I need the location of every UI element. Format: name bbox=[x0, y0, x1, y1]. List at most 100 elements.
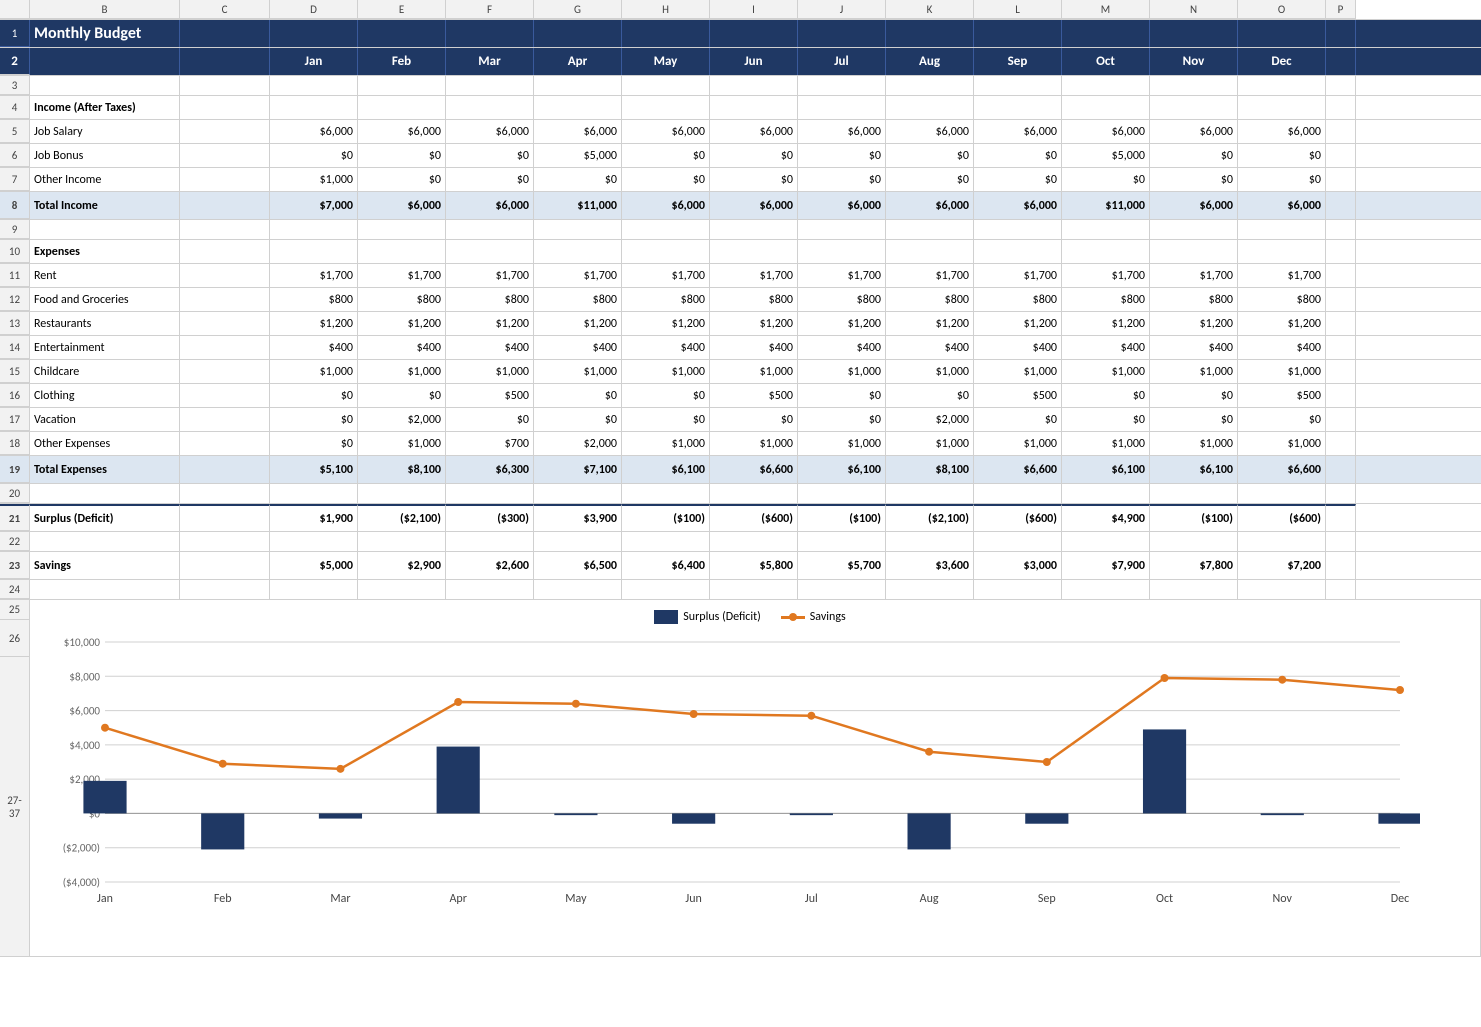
row3-e bbox=[358, 76, 446, 95]
chart-container: Surplus (Deficit) Savings $10,000$8,000$… bbox=[30, 600, 1481, 957]
row3-b bbox=[30, 76, 180, 95]
row-1-title: 1 Monthly Budget bbox=[0, 20, 1481, 48]
month-mar: Mar bbox=[446, 48, 534, 75]
row1-e bbox=[358, 20, 446, 47]
month-aug: Aug bbox=[886, 48, 974, 75]
row-10-expenses-label: 10 Expenses bbox=[0, 240, 1481, 264]
svg-text:$6,000: $6,000 bbox=[69, 705, 100, 718]
job-salary-apr: $6,000 bbox=[534, 120, 622, 143]
job-salary-nov: $6,000 bbox=[1150, 120, 1238, 143]
row-num-6: 6 bbox=[0, 144, 30, 167]
row-num-11: 11 bbox=[0, 264, 30, 287]
expense-label-3: Entertainment bbox=[30, 336, 180, 359]
row-17-vacation: 17Vacation$0$2,000$0$0$0$0$0$2,000$0$0$0… bbox=[0, 408, 1481, 432]
row-num-17: 17 bbox=[0, 408, 30, 431]
col-header-f: F bbox=[446, 0, 534, 19]
row-num-22: 22 bbox=[0, 532, 30, 551]
expense-label-0: Rent bbox=[30, 264, 180, 287]
row-11-rent: 11Rent$1,700$1,700$1,700$1,700$1,700$1,7… bbox=[0, 264, 1481, 288]
col-header-k: K bbox=[886, 0, 974, 19]
col-header-l: L bbox=[974, 0, 1062, 19]
row-num-10: 10 bbox=[0, 240, 30, 263]
job-salary-jan: $6,000 bbox=[270, 120, 358, 143]
expense-label-5: Clothing bbox=[30, 384, 180, 407]
row-num-9: 9 bbox=[0, 220, 30, 239]
svg-text:Oct: Oct bbox=[1156, 892, 1173, 906]
row-num-1: 1 bbox=[0, 20, 30, 47]
row-num-7: 7 bbox=[0, 168, 30, 191]
svg-text:Sep: Sep bbox=[1038, 892, 1056, 906]
col-header-h: H bbox=[622, 0, 710, 19]
row-23-savings: 23 Savings $5,000 $2,900 $2,600 $6,500 $… bbox=[0, 552, 1481, 580]
job-bonus-label: Job Bonus bbox=[30, 144, 180, 167]
row-num-2: 2 bbox=[0, 48, 30, 75]
row3-j bbox=[798, 76, 886, 95]
svg-text:$4,000: $4,000 bbox=[69, 739, 100, 752]
total-expenses-label: Total Expenses bbox=[30, 456, 180, 483]
savings-label: Savings bbox=[30, 552, 180, 579]
row-3-empty: 3 bbox=[0, 76, 1481, 96]
row-4-income-label: 4 Income (After Taxes) bbox=[0, 96, 1481, 120]
spreadsheet: B C D E F G H I J K L M N O P 1 Monthly … bbox=[0, 0, 1481, 957]
col-header-a bbox=[0, 0, 30, 19]
job-salary-dec: $6,000 bbox=[1238, 120, 1326, 143]
svg-text:Feb: Feb bbox=[214, 892, 232, 906]
col-header-m: M bbox=[1062, 0, 1150, 19]
row2-p bbox=[1326, 48, 1356, 75]
row-2-months: 2 Jan Feb Mar Apr May Jun Jul Aug Sep Oc… bbox=[0, 48, 1481, 76]
col-header-g: G bbox=[534, 0, 622, 19]
chart-svg: $10,000$8,000$6,000$4,000$2,000$0($2,000… bbox=[40, 632, 1420, 932]
svg-text:$8,000: $8,000 bbox=[69, 670, 100, 683]
col-header-d: D bbox=[270, 0, 358, 19]
month-dec: Dec bbox=[1238, 48, 1326, 75]
row1-n bbox=[1150, 20, 1238, 47]
month-apr: Apr bbox=[534, 48, 622, 75]
expense-label-4: Childcare bbox=[30, 360, 180, 383]
row-num-3: 3 bbox=[0, 76, 30, 95]
legend-savings-label: Savings bbox=[810, 610, 846, 624]
row1-l bbox=[974, 20, 1062, 47]
row1-j bbox=[798, 20, 886, 47]
svg-text:Jan: Jan bbox=[97, 892, 113, 906]
row-num-20: 20 bbox=[0, 484, 30, 503]
job-salary-jul: $6,000 bbox=[798, 120, 886, 143]
row-num-5: 5 bbox=[0, 120, 30, 143]
row3-c bbox=[180, 76, 270, 95]
month-feb: Feb bbox=[358, 48, 446, 75]
expense-label-1: Food and Groceries bbox=[30, 288, 180, 311]
row3-n bbox=[1150, 76, 1238, 95]
row3-m bbox=[1062, 76, 1150, 95]
legend-savings-icon bbox=[781, 616, 805, 619]
svg-text:($2,000): ($2,000) bbox=[63, 842, 100, 855]
svg-text:Nov: Nov bbox=[1273, 892, 1293, 906]
expense-label-7: Other Expenses bbox=[30, 432, 180, 455]
row1-k bbox=[886, 20, 974, 47]
row-num-18: 18 bbox=[0, 432, 30, 455]
row1-h bbox=[622, 20, 710, 47]
row1-f bbox=[446, 20, 534, 47]
row3-f bbox=[446, 76, 534, 95]
month-may: May bbox=[622, 48, 710, 75]
row1-i bbox=[710, 20, 798, 47]
surplus-label: Surplus (Deficit) bbox=[30, 504, 180, 531]
row-18-other-expenses: 18Other Expenses$0$1,000$700$2,000$1,000… bbox=[0, 432, 1481, 456]
row3-l bbox=[974, 76, 1062, 95]
row1-o bbox=[1238, 20, 1326, 47]
row-24-empty: 24 bbox=[0, 580, 1481, 600]
row3-p bbox=[1326, 76, 1356, 95]
legend-savings: Savings bbox=[781, 610, 846, 624]
job-salary-aug: $6,000 bbox=[886, 120, 974, 143]
row-num-19: 19 bbox=[0, 456, 30, 483]
month-jun: Jun bbox=[710, 48, 798, 75]
row-20-empty: 20 bbox=[0, 484, 1481, 504]
svg-text:May: May bbox=[565, 892, 587, 906]
svg-text:Dec: Dec bbox=[1391, 892, 1409, 906]
month-nov: Nov bbox=[1150, 48, 1238, 75]
col-header-i: I bbox=[710, 0, 798, 19]
svg-text:($4,000): ($4,000) bbox=[63, 876, 100, 889]
row1-m bbox=[1062, 20, 1150, 47]
col-header-b: B bbox=[30, 0, 180, 19]
row-13-restaurants: 13Restaurants$1,200$1,200$1,200$1,200$1,… bbox=[0, 312, 1481, 336]
svg-text:Apr: Apr bbox=[449, 892, 466, 906]
row1-p bbox=[1326, 20, 1356, 47]
